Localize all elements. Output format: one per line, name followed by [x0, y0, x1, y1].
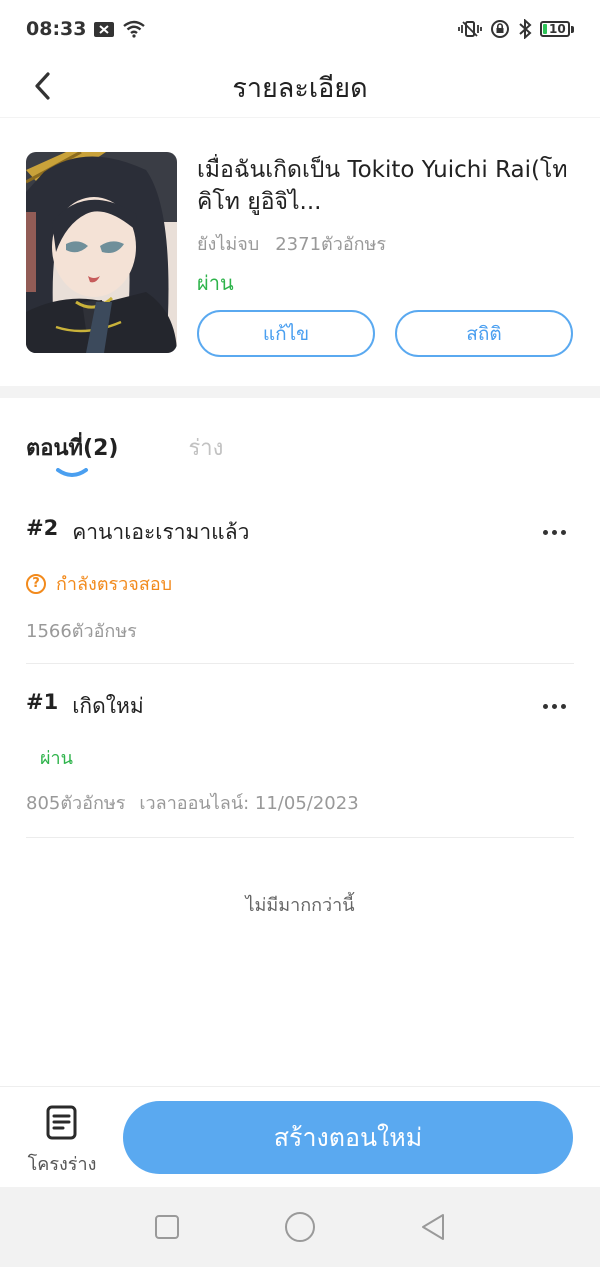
tab-chapters-label: ตอนที่(2)	[26, 436, 119, 461]
chapter-status-label: ผ่าน	[40, 748, 73, 769]
chapter-status: ผ่าน	[26, 743, 574, 772]
more-options-icon[interactable]	[534, 692, 574, 722]
more-options-icon[interactable]	[534, 518, 574, 548]
chapter-online-time: เวลาออนไลน์: 11/05/2023	[139, 793, 359, 814]
outline-label: โครงร่าง	[27, 1154, 97, 1175]
question-circle-icon: ?	[26, 573, 46, 594]
triangle-back-icon	[422, 1214, 445, 1240]
chevron-left-icon	[35, 72, 50, 100]
chapter-name: เกิดใหม่	[72, 694, 144, 718]
chapter-title: #2 คานาเอะเรามาแล้ว	[26, 516, 249, 549]
book-progress-status: ยังไม่จบ	[197, 234, 260, 255]
book-actions: แก้ไข สถิติ	[197, 310, 574, 357]
book-char-count: 2371ตัวอักษร	[275, 234, 387, 255]
list-end-text: ไม่มีมากกว่านี้	[245, 895, 355, 916]
bluetooth-icon	[518, 19, 532, 39]
status-bar: 08:33 10	[0, 0, 600, 58]
battery-level: 10	[549, 22, 566, 36]
book-title: เมื่อฉันเกิดเป็น Tokito Yuichi Rai(โทคิโ…	[197, 157, 568, 215]
system-nav-bar	[0, 1187, 600, 1267]
document-list-icon	[46, 1105, 77, 1140]
chapter-meta: 1566ตัวอักษร	[26, 616, 574, 645]
chapter-name: คานาเอะเรามาแล้ว	[72, 520, 250, 544]
chapter-char-count: 805ตัวอักษร	[26, 793, 126, 814]
recent-apps-button[interactable]	[147, 1207, 187, 1247]
outline-button[interactable]: โครงร่าง	[22, 1105, 102, 1178]
tab-chapters[interactable]: ตอนที่(2)	[26, 434, 118, 494]
chapter-item[interactable]: #1 เกิดใหม่ ผ่าน 805ตัวอักษร เวลาออนไลน์…	[26, 690, 574, 838]
chapter-number: #1	[26, 690, 59, 714]
book-card: เมื่อฉันเกิดเป็น Tokito Yuichi Rai(โทคิโ…	[0, 118, 600, 386]
message-notification-icon	[94, 21, 115, 37]
stats-button[interactable]: สถิติ	[395, 310, 573, 357]
alarm-lock-icon	[490, 19, 510, 39]
status-left: 08:33	[26, 18, 146, 40]
tab-drafts-label: ร่าง	[188, 436, 224, 461]
header: รายละเอียด	[0, 58, 600, 118]
edit-button[interactable]: แก้ไข	[197, 310, 375, 357]
chapter-meta: 805ตัวอักษร เวลาออนไลน์: 11/05/2023	[26, 788, 574, 817]
book-cover-image[interactable]	[26, 152, 177, 353]
chapter-title: #1 เกิดใหม่	[26, 690, 144, 723]
bottom-action-bar: โครงร่าง สร้างตอนใหม่	[0, 1086, 600, 1187]
tab-bar: ตอนที่(2) ร่าง	[26, 434, 223, 494]
tab-drafts[interactable]: ร่าง	[188, 434, 223, 494]
back-nav-button[interactable]	[413, 1207, 453, 1247]
battery-icon: 10	[540, 21, 574, 37]
chapter-status-label: กำลังตรวจสอบ	[56, 574, 173, 595]
back-button[interactable]	[22, 66, 62, 106]
create-chapter-button[interactable]: สร้างตอนใหม่	[123, 1101, 573, 1174]
circle-icon	[284, 1212, 315, 1242]
tab-active-indicator	[56, 468, 89, 477]
chapter-item[interactable]: #2 คานาเอะเรามาแล้ว ? กำลังตรวจสอบ 1566ต…	[26, 516, 574, 664]
clock: 08:33	[26, 18, 87, 40]
book-info: เมื่อฉันเกิดเป็น Tokito Yuichi Rai(โทคิโ…	[197, 152, 574, 386]
section-divider	[0, 386, 600, 398]
book-review-status: ผ่าน	[197, 271, 234, 295]
chapter-status: ? กำลังตรวจสอบ	[26, 569, 574, 598]
status-right: 10	[458, 19, 574, 39]
square-icon	[154, 1215, 179, 1239]
vibrate-mute-icon	[458, 20, 482, 38]
wifi-icon	[122, 20, 146, 38]
book-meta: ยังไม่จบ 2371ตัวอักษร	[197, 229, 574, 258]
home-button[interactable]	[280, 1207, 320, 1247]
chapter-number: #2	[26, 516, 59, 540]
page-title: รายละเอียด	[232, 73, 368, 104]
chapter-char-count: 1566ตัวอักษร	[26, 621, 137, 642]
